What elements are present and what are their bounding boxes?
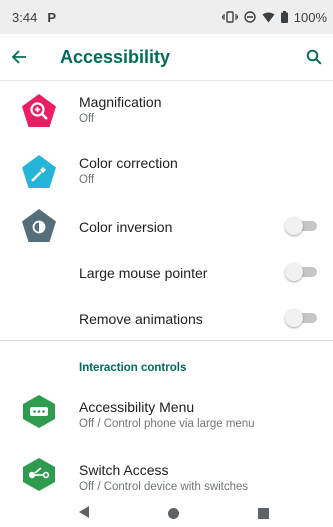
item-summary: Off: [79, 113, 95, 125]
list-item-switch-access[interactable]: Switch Access Off / Control device with …: [0, 449, 333, 499]
status-bar: 3:44 P 100%: [0, 0, 333, 34]
item-summary: Off / Control device with switches: [79, 481, 249, 493]
list-item-remove-animations[interactable]: Remove animations: [0, 298, 333, 338]
item-summary: Off / Control phone via large menu: [79, 418, 255, 430]
section-header-interaction-controls: Interaction controls: [79, 362, 187, 374]
toggle-thumb: [285, 217, 303, 235]
battery-icon: [280, 11, 288, 23]
list-item-accessibility-menu[interactable]: Accessibility Menu Off / Control phone v…: [0, 386, 333, 436]
status-time: 3:44: [12, 9, 38, 25]
toggle-thumb: [285, 309, 303, 327]
list-item-color-correction[interactable]: Color correction Off: [0, 147, 333, 197]
do-not-disturb-icon: [244, 11, 256, 23]
list-item-color-inversion[interactable]: Color inversion: [0, 206, 333, 246]
battery-percent: 100%: [293, 9, 327, 25]
color-inversion-toggle[interactable]: [285, 217, 319, 235]
item-title: Magnification: [79, 94, 162, 110]
accessibility-menu-icon: [23, 395, 55, 428]
wifi-icon: [262, 12, 275, 23]
remove-animations-toggle[interactable]: [285, 309, 319, 327]
color-inversion-icon: [22, 209, 56, 242]
list-item-large-mouse-pointer[interactable]: Large mouse pointer: [0, 252, 333, 292]
back-button[interactable]: [6, 44, 32, 70]
item-title: Remove animations: [79, 311, 203, 327]
nav-back-icon[interactable]: [78, 505, 90, 519]
toggle-thumb: [285, 263, 303, 281]
app-bar: Accessibility: [0, 34, 333, 81]
page-title: Accessibility: [60, 46, 171, 67]
nav-recents-icon[interactable]: [258, 508, 269, 519]
switch-access-icon: [23, 458, 55, 491]
item-title: Large mouse pointer: [79, 265, 208, 281]
notification-p-icon: P: [47, 9, 56, 25]
large-mouse-pointer-toggle[interactable]: [285, 263, 319, 281]
search-button[interactable]: [301, 44, 327, 70]
arrow-back-icon: [11, 50, 26, 64]
item-title: Color correction: [79, 155, 178, 171]
vibrate-icon: [221, 11, 238, 23]
section-divider: [0, 340, 333, 341]
nav-home-icon[interactable]: [168, 508, 179, 519]
list-item-magnification[interactable]: Magnification Off: [0, 86, 333, 136]
status-icons: 100%: [221, 9, 327, 25]
magnification-icon: [22, 94, 56, 127]
navigation-bar: [0, 503, 333, 527]
item-summary: Off: [79, 174, 95, 186]
item-title: Switch Access: [79, 462, 169, 478]
color-correction-icon: [22, 155, 56, 188]
item-title: Color inversion: [79, 219, 173, 235]
item-title: Accessibility Menu: [79, 399, 195, 415]
search-icon: [306, 49, 322, 65]
